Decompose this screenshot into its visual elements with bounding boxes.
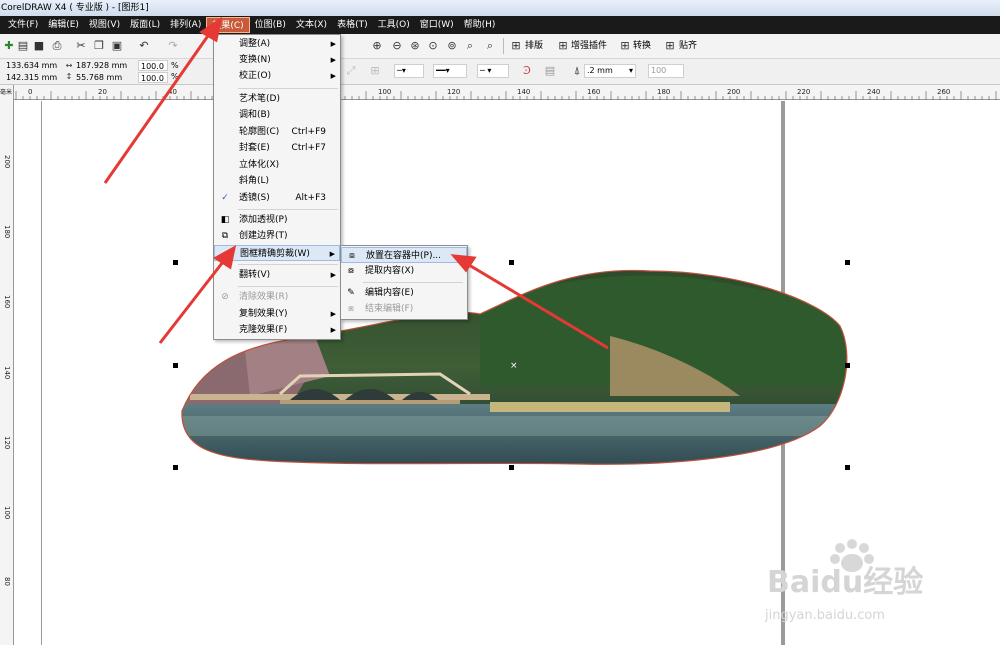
- baidu-watermark-logo: Baidu经验 jingyan.baidu.com: [764, 539, 923, 623]
- watermark-brand: Baidu经验: [767, 565, 923, 600]
- watermark-url: jingyan.baidu.com: [764, 608, 885, 623]
